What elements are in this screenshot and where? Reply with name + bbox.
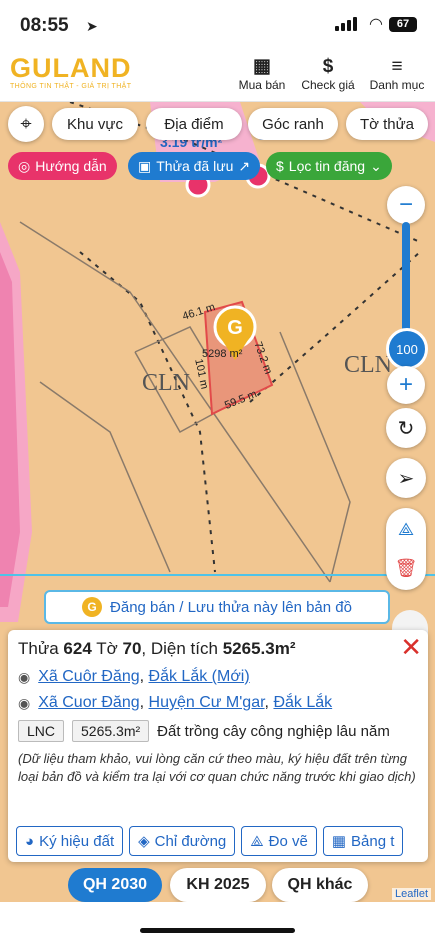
dollar-icon: $ (322, 56, 334, 77)
menu-icon: ≡ (391, 56, 403, 77)
address-new: ◉ Xã Cuôr Đăng, Đắk Lắk (Mới) (18, 666, 418, 688)
filter-place-button[interactable]: Địa điểm (146, 108, 242, 140)
table-icon: ▦ (331, 833, 347, 850)
target-icon: ◎ (18, 157, 31, 174)
location-pin-icon: ◉ (18, 669, 31, 685)
battery-icon: 67 (389, 17, 417, 32)
zone-label-left: CLN (142, 370, 190, 396)
clock: 08:55 (20, 15, 69, 36)
bookmark-icon: ▣ (138, 157, 152, 174)
location-pin-icon: ◉ (18, 695, 31, 711)
external-arrow-icon: ↗ (238, 157, 251, 174)
parcel-line (39, 381, 171, 573)
land-code-badge: LNC (18, 720, 65, 742)
district-link[interactable]: Huyện Cư M'gar (149, 694, 265, 711)
navigation-arrow-icon: ➢ (397, 467, 415, 490)
minus-icon: − (398, 191, 413, 218)
table-button[interactable]: ▦ Bảng t (322, 826, 404, 856)
locate-me-button[interactable]: ⌖ (8, 106, 44, 142)
post-listing-banner[interactable]: G Đăng bán / Lưu thửa này lên bản đồ (44, 590, 390, 624)
home-indicator (140, 928, 295, 933)
logo[interactable]: GULAND THÔNG TIN THẬT - GIÁ TRỊ THẬT (10, 54, 132, 90)
commune-link[interactable]: Xã Cuôr Đăng (38, 668, 139, 685)
location-arrow-icon: ➤ (86, 18, 98, 34)
province-link[interactable]: Đắk Lắk (273, 694, 332, 711)
tab-qh-other[interactable]: QH khác (272, 868, 368, 902)
measure-button[interactable]: ⟁ Đo vẽ (241, 826, 317, 856)
close-icon[interactable]: ✕ (400, 632, 422, 663)
trash-icon[interactable]: 🗑 (395, 558, 418, 579)
land-area-badge: 5265.3m² (72, 720, 150, 742)
dollar-icon: $ (276, 158, 284, 174)
panel-actions: ◕ Ký hiệu đất ◈ Chỉ đường ⟁ Đo vẽ ▦ Bảng t (16, 826, 404, 856)
chevron-down-icon: ⌄ (370, 157, 382, 174)
building-icon: ▦ (253, 56, 271, 77)
logo-word: GULAND (10, 53, 132, 83)
tab-qh-2030[interactable]: QH 2030 (68, 868, 162, 902)
disclaimer-note: (Dữ liệu tham khảo, vui lòng căn cứ theo… (18, 751, 416, 784)
draw-tools: ⟁ 🗑 (386, 508, 426, 590)
land-use-row: LNC 5265.3m² Đất trồng cây công nghiệp l… (18, 720, 418, 742)
pin-logo-icon: G (227, 317, 243, 339)
palette-icon: ◕ (25, 832, 35, 850)
signal-icon (335, 17, 357, 31)
brand-logo-icon: G (82, 597, 103, 617)
leaflet-attribution[interactable]: Leaflet (391, 888, 431, 900)
land-description: Đất trồng cây công nghiệp lâu năm (157, 722, 390, 740)
address-old: ◉ Xã Cuor Đăng, Huyện Cư M'gar, Đắk Lắk (18, 692, 418, 714)
zone-label-right: CLN (344, 352, 392, 378)
commune-link[interactable]: Xã Cuor Đăng (38, 694, 139, 711)
directions-icon: ◈ (138, 833, 150, 850)
map-view[interactable]: G 3.19 tr/m² 83 CLN CLN 5298 m² 46.1 m 7… (0, 102, 435, 902)
parcel-line (19, 221, 331, 583)
zoom-level-handle[interactable]: 100 (386, 328, 428, 370)
filter-area-button[interactable]: Khu vực (52, 108, 138, 140)
plus-icon: + (398, 371, 413, 398)
zoom-out-button[interactable]: − (387, 186, 425, 224)
measure-icon: ⟁ (250, 832, 264, 850)
filter-sheet-button[interactable]: Tờ thửa (346, 108, 428, 140)
filter-listings-chip[interactable]: $ Lọc tin đăng ⌄ (266, 152, 392, 180)
parcel-area-label: 5298 m² (202, 348, 243, 360)
directions-button[interactable]: ◈ Chỉ đường (129, 826, 236, 856)
parcel-info-panel: Thửa 624 Tờ 70, Diện tích 5265.3m² ✕ ◉ X… (8, 630, 428, 862)
boundary-line (79, 251, 216, 573)
menu-button[interactable]: ≡ Danh mục (366, 56, 428, 92)
zoom-in-button[interactable]: + (387, 366, 425, 404)
crosshair-icon: ⌖ (20, 112, 32, 135)
measure-icon[interactable]: ⟁ (398, 519, 414, 540)
navigate-button[interactable]: ➢ (386, 458, 426, 498)
parcel-line (279, 331, 351, 583)
app-header: GULAND THÔNG TIN THẬT - GIÁ TRỊ THẬT ▦ M… (0, 46, 435, 102)
province-link[interactable]: Đắk Lắk (Mới) (149, 668, 250, 685)
parcel-title: Thửa 624 Tờ 70, Diện tích 5265.3m² (18, 639, 296, 658)
land-legend-button[interactable]: ◕ Ký hiệu đất (16, 826, 124, 856)
check-price-button[interactable]: $ Check giá (296, 56, 360, 92)
saved-parcels-chip[interactable]: ▣ Thửa đã lưu ↗ (128, 152, 261, 180)
wifi-icon: ◠ (369, 16, 383, 33)
logo-tagline: THÔNG TIN THẬT - GIÁ TRỊ THẬT (10, 83, 132, 90)
refresh-button[interactable]: ↻ (386, 408, 426, 448)
tab-kh-2025[interactable]: KH 2025 (170, 868, 266, 902)
refresh-icon: ↻ (397, 417, 415, 440)
filter-corner-button[interactable]: Góc ranh (248, 108, 338, 140)
status-bar: 08:55 ➤ ◠ 67 (0, 0, 435, 46)
zoom-slider-track[interactable] (402, 222, 410, 332)
guide-chip[interactable]: ◎ Hướng dẫn (8, 152, 117, 180)
buy-sell-button[interactable]: ▦ Mua bán (234, 56, 290, 92)
